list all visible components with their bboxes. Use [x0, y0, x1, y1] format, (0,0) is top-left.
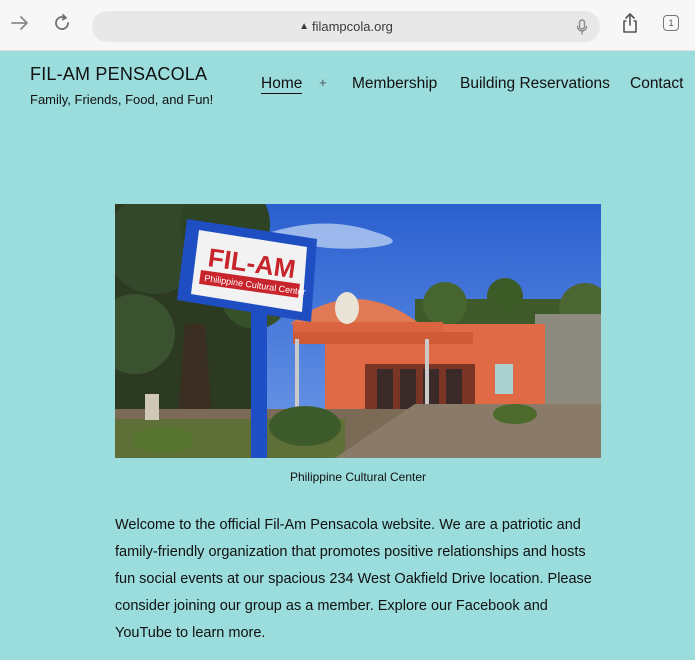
tabs-button[interactable]: 1 [659, 11, 683, 35]
share-icon[interactable] [618, 11, 642, 35]
intro-paragraph: Welcome to the official Fil-Am Pensacola… [115, 517, 592, 641]
hero-image: FIL-AM Philippine Cultural Center [115, 204, 601, 458]
nav-membership-link[interactable]: Membership [352, 75, 437, 93]
nav-home-link[interactable]: Home [261, 75, 303, 94]
submenu-toggle-icon[interactable]: + [319, 75, 327, 90]
reload-icon[interactable] [50, 11, 74, 35]
hero-caption: Philippine Cultural Center [289, 470, 427, 484]
nav-home-label: Home [261, 75, 303, 94]
site-tagline: Family, Friends, Food, and Fun! [30, 92, 214, 107]
microphone-icon[interactable] [574, 18, 590, 36]
nav-reservations-link[interactable]: Building Reservations [460, 75, 610, 93]
site-title[interactable]: FIL-AM PENSACOLA [30, 64, 207, 85]
address-bar[interactable]: ▲ filampcola.org [92, 11, 600, 42]
url-text: filampcola.org [311, 19, 393, 34]
forward-arrow-icon[interactable] [8, 11, 32, 35]
nav-contact-link[interactable]: Contact [630, 75, 683, 93]
browser-toolbar: ▲ filampcola.org 1 [0, 0, 695, 51]
site-indicator-icon: ▲ [299, 21, 309, 32]
tab-count: 1 [663, 15, 679, 31]
